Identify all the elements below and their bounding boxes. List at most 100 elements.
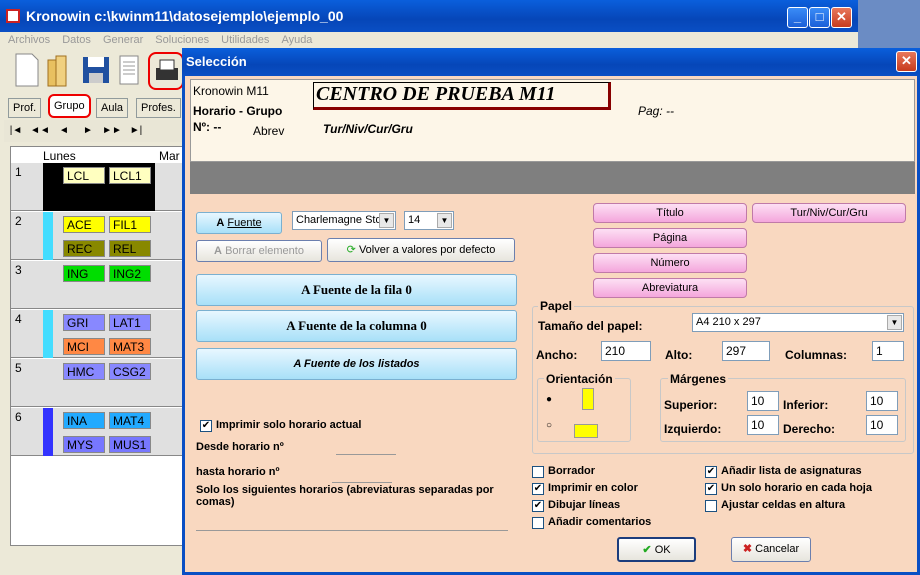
option-label: Añadir comentarios [548, 516, 652, 528]
portrait-icon [582, 388, 594, 410]
tab-prof[interactable]: Prof. [8, 98, 42, 118]
titulo-button[interactable]: Título [593, 203, 747, 223]
dialog-close-button[interactable]: ✕ [896, 51, 917, 72]
next-fast-icon[interactable]: ►► [100, 120, 124, 142]
grid-row: 4 GRI LAT1 MCI MAT3 [11, 310, 187, 358]
option-checkbox[interactable]: ✔ [532, 500, 544, 512]
cancel-button[interactable]: ✖ Cancelar [731, 537, 811, 562]
subject-cell[interactable]: REL [109, 240, 151, 257]
fuente-columna-button[interactable]: A Fuente de la columna 0 [196, 310, 517, 342]
alto-input[interactable]: 297 [722, 341, 770, 361]
solo-input[interactable] [196, 530, 508, 531]
next-icon[interactable]: ► [76, 120, 100, 142]
subject-cell[interactable]: ING2 [109, 265, 151, 282]
abreviatura-button[interactable]: Abreviatura [593, 278, 747, 298]
first-icon[interactable]: |◄ [4, 120, 28, 142]
menu-soluciones[interactable]: Soluciones [155, 34, 209, 46]
option-checkbox[interactable]: ✔ [705, 483, 717, 495]
orientacion-legend: Orientación [544, 372, 615, 386]
fuente-fila-button[interactable]: A Fuente de la fila 0 [196, 274, 517, 306]
tab-profes[interactable]: Profes. [136, 98, 181, 118]
subject-cell[interactable]: CSG2 [109, 363, 151, 380]
option-label: Borrador [548, 465, 596, 477]
menu-generar[interactable]: Generar [103, 34, 143, 46]
preview-tur: Tur/Niv/Cur/Gru [323, 122, 413, 136]
subject-cell[interactable]: LCL1 [109, 167, 151, 184]
volver-valores-button[interactable]: ⟳ Volver a valores por defecto [327, 238, 515, 262]
font-name-select[interactable]: Charlemagne Std ▼ [292, 211, 396, 230]
subject-cell[interactable]: FIL1 [109, 216, 151, 233]
last-icon[interactable]: ►| [124, 120, 148, 142]
document-icon[interactable] [114, 52, 148, 88]
option-checkbox[interactable] [532, 466, 544, 478]
row-bar [43, 408, 53, 456]
hasta-label: hasta horario nº [196, 466, 280, 478]
subject-cell[interactable]: INA [63, 412, 105, 429]
subject-cell[interactable]: MCI [63, 338, 105, 355]
subject-cell[interactable]: ING [63, 265, 105, 282]
navigation-bar: |◄ ◄◄ ◄ ► ►► ►| [4, 120, 188, 142]
borrar-elemento-button[interactable]: A Borrar elemento [196, 240, 322, 262]
close-button[interactable]: ✕ [831, 7, 852, 28]
grid-row: 1 LCL LCL1 [11, 163, 187, 211]
new-file-icon[interactable] [10, 52, 44, 88]
subject-cell[interactable]: LCL [63, 167, 105, 184]
portrait-radio[interactable]: ● [546, 394, 552, 405]
columnas-input[interactable]: 1 [872, 341, 904, 361]
menu-datos[interactable]: Datos [62, 34, 91, 46]
menu-archivos[interactable]: Archivos [8, 34, 50, 46]
app-icon [6, 9, 20, 23]
maximize-button[interactable]: □ [809, 7, 830, 28]
option-checkbox[interactable] [532, 517, 544, 529]
imprimir-actual-checkbox[interactable]: ✔ [200, 420, 212, 432]
row-number: 1 [15, 165, 22, 179]
prev-fast-icon[interactable]: ◄◄ [28, 120, 52, 142]
superior-input[interactable]: 10 [747, 391, 779, 411]
fuente-button[interactable]: A Fuente [196, 212, 282, 234]
font-size-select[interactable]: 14 ▼ [404, 211, 454, 230]
subject-cell[interactable]: MUS1 [109, 436, 151, 453]
dialog-title-bar: Selección [182, 48, 920, 76]
option-checkbox[interactable]: ✔ [532, 483, 544, 495]
dialog-title: Selección [186, 54, 247, 69]
tur-niv-button[interactable]: Tur/Niv/Cur/Gru [752, 203, 906, 223]
numero-button[interactable]: Número [593, 253, 747, 273]
subject-cell[interactable]: REC [63, 240, 105, 257]
subject-cell[interactable]: LAT1 [109, 314, 151, 331]
option-checkbox[interactable] [705, 500, 717, 512]
subject-cell[interactable]: ACE [63, 216, 105, 233]
grid-row: 6 INA MAT4 MYS MUS1 [11, 408, 187, 456]
prev-icon[interactable]: ◄ [52, 120, 76, 142]
save-icon[interactable] [80, 52, 114, 88]
landscape-icon [574, 424, 598, 438]
print-icon[interactable] [148, 52, 184, 90]
tab-aula[interactable]: Aula [96, 98, 129, 118]
open-folder-icon[interactable] [44, 52, 78, 88]
tab-grupo[interactable]: Grupo [48, 94, 91, 118]
subject-cell[interactable]: MYS [63, 436, 105, 453]
subject-cell[interactable]: MAT3 [109, 338, 151, 355]
landscape-radio[interactable]: ○ [546, 420, 552, 431]
option-checkbox[interactable]: ✔ [705, 466, 717, 478]
derecho-input[interactable]: 10 [866, 415, 898, 435]
paper-size-select[interactable]: A4 210 x 297 ▼ [692, 313, 904, 332]
izquierdo-label: Izquierdo: [664, 422, 722, 436]
subject-cell[interactable]: GRI [63, 314, 105, 331]
hasta-input[interactable] [332, 482, 392, 483]
row-number: 3 [15, 263, 22, 277]
fuente-listados-button[interactable]: A Fuente de los listados [196, 348, 517, 380]
subject-cell[interactable]: HMC [63, 363, 105, 380]
minimize-button[interactable]: _ [787, 7, 808, 28]
subject-cell[interactable]: MAT4 [109, 412, 151, 429]
ancho-label: Ancho: [536, 348, 578, 362]
menu-utilidades[interactable]: Utilidades [221, 34, 269, 46]
pagina-button[interactable]: Página [593, 228, 747, 248]
option-label: Añadir lista de asignaturas [721, 465, 862, 477]
menu-ayuda[interactable]: Ayuda [281, 34, 312, 46]
grid-row: 2 ACE FIL1 REC REL [11, 212, 187, 260]
ancho-input[interactable]: 210 [601, 341, 651, 361]
izquierdo-input[interactable]: 10 [747, 415, 779, 435]
desde-input[interactable] [336, 454, 396, 455]
inferior-input[interactable]: 10 [866, 391, 898, 411]
ok-button[interactable]: ✔ OK [617, 537, 696, 562]
